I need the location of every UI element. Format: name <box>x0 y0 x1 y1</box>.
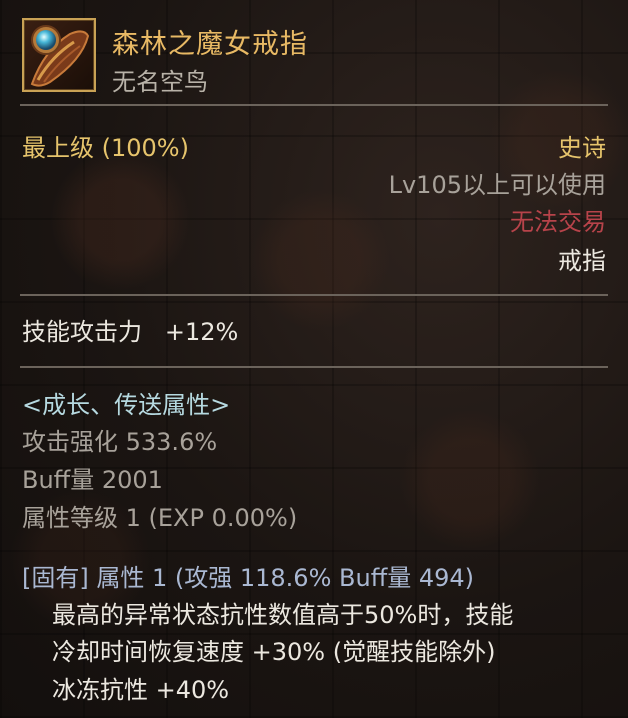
inherent-desc-line: 冷却时间恢复速度 +30% (觉醒技能除外) <box>52 638 496 666</box>
item-subtitle: 无名空鸟 <box>112 68 208 96</box>
item-tooltip: 森林之魔女戒指 无名空鸟 最上级 (100%) 史诗 Lv105以上可以使用 无… <box>0 0 628 718</box>
trade-status: 无法交易 <box>510 208 606 236</box>
divider <box>20 294 608 296</box>
attack-boost-stat: 攻击强化 533.6% <box>22 428 218 456</box>
divider <box>20 104 608 106</box>
item-rarity: 史诗 <box>558 134 606 162</box>
buff-amount-stat: Buff量 2001 <box>22 466 163 494</box>
item-name: 森林之魔女戒指 <box>112 29 308 60</box>
level-requirement: Lv105以上可以使用 <box>388 171 606 199</box>
skill-attack-label: 技能攻击力 <box>22 318 142 346</box>
skill-attack-value: +12% <box>164 318 239 346</box>
item-slot: 戒指 <box>558 247 606 275</box>
ring-icon <box>22 18 96 92</box>
item-grade: 最上级 (100%) <box>22 134 189 162</box>
inherent-desc-line: 最高的异常状态抗性数值高于50%时，技能 <box>52 601 514 629</box>
divider <box>20 366 608 368</box>
inherent-header: [固有] 属性 1 (攻强 118.6% Buff量 494) <box>22 564 475 592</box>
skill-attack-stat: 技能攻击力 +12% <box>22 317 238 347</box>
growth-header: <成长、传送属性> <box>22 391 231 419</box>
inherent-desc-line: 冰冻抗性 +40% <box>52 676 230 704</box>
attribute-level-stat: 属性等级 1 (EXP 0.00%) <box>22 504 298 532</box>
